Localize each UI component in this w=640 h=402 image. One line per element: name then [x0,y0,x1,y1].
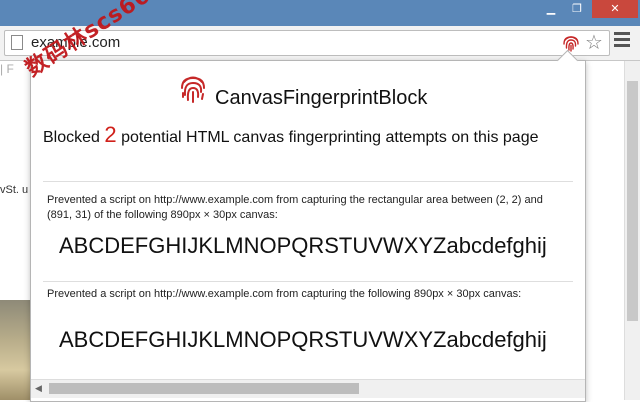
popup-horizontal-scrollbar[interactable]: ◀ [31,379,585,398]
scroll-left-icon[interactable]: ◀ [35,384,42,394]
blocked-prefix: Blocked [43,129,100,146]
background-text-fragment: vSt. u [0,184,29,196]
close-icon[interactable]: ✕ [592,0,638,18]
background-image [0,300,34,400]
entry-description: Prevented a script on http://www.example… [47,194,543,221]
blocked-suffix: potential HTML canvas fingerprinting att… [121,129,539,146]
entry-description: Prevented a script on http://www.example… [47,288,522,300]
extension-popup: CanvasFingerprintBlock Blocked 2 potenti… [30,60,586,402]
fingerprint-icon[interactable] [561,33,581,53]
minimize-icon[interactable]: ▁ [540,0,562,20]
background-nav-fragment: | F [0,62,14,76]
page-scrollbar-thumb[interactable] [627,81,638,321]
star-icon[interactable]: ☆ [585,31,603,53]
divider [43,181,573,182]
canvas-sample: ABCDEFGHIJKLMNOPQRSTUVWXYZabcdefghij [59,233,547,258]
divider [43,281,573,282]
fingerprint-logo-icon [181,76,205,103]
blocked-count: 2 [104,122,117,147]
menu-icon[interactable] [614,32,630,52]
page-icon [11,35,23,50]
popup-title: CanvasFingerprintBlock [215,87,428,109]
maximize-icon[interactable]: ❐ [566,0,588,20]
page-scrollbar[interactable] [624,61,640,400]
scrollbar-thumb[interactable] [49,383,359,394]
blocked-summary: Blocked 2 potential HTML canvas fingerpr… [43,123,563,150]
canvas-sample: ABCDEFGHIJKLMNOPQRSTUVWXYZabcdefghij [59,327,547,352]
